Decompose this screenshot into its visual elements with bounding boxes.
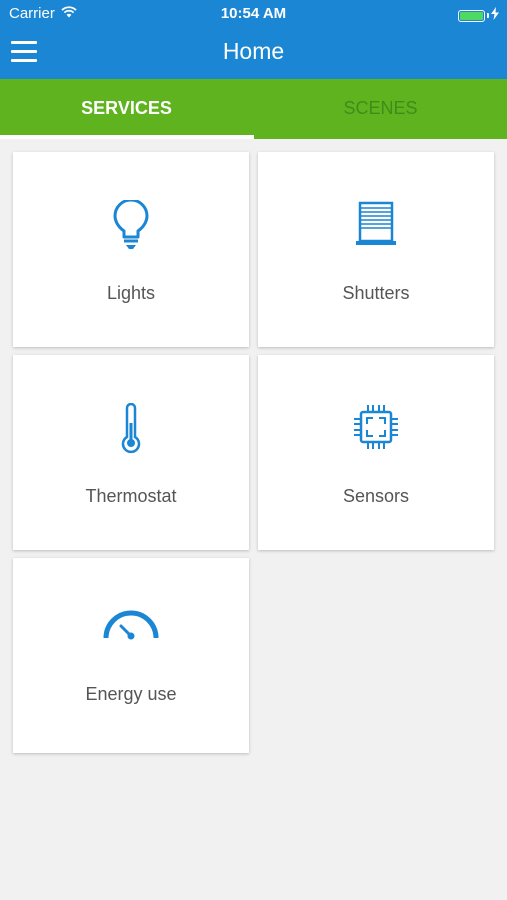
service-card-sensors[interactable]: Sensors <box>258 355 494 550</box>
tab-services[interactable]: SERVICES <box>0 79 253 139</box>
service-label-thermostat: Thermostat <box>85 486 177 506</box>
battery-indicator <box>458 7 499 24</box>
nav-bar: Home <box>0 28 507 79</box>
status-time: 10:54 AM <box>220 5 287 22</box>
active-tab-indicator <box>0 135 254 139</box>
page-title: Home <box>222 38 285 64</box>
chip-sensor-icon <box>258 403 494 455</box>
service-label-sensors: Sensors <box>342 486 410 506</box>
battery-level <box>460 11 483 20</box>
lightbulb-icon <box>13 200 249 252</box>
service-card-energy-use[interactable]: Energy use <box>13 558 249 753</box>
service-label-energy-use: Energy use <box>85 684 177 704</box>
status-bar: Carrier 10:54 AM <box>0 0 507 28</box>
service-label-shutters: Shutters <box>342 283 410 303</box>
thermometer-icon <box>13 403 249 455</box>
battery-icon <box>458 9 485 22</box>
gauge-icon <box>13 606 249 658</box>
service-card-shutters[interactable]: Shutters <box>258 152 494 347</box>
battery-cap <box>487 13 489 18</box>
service-label-lights: Lights <box>106 283 156 303</box>
tab-bar: SERVICES SCENES <box>0 79 507 139</box>
service-card-thermostat[interactable]: Thermostat <box>13 355 249 550</box>
shutter-icon <box>258 200 494 252</box>
tab-scenes[interactable]: SCENES <box>254 79 507 139</box>
charging-bolt-icon <box>491 7 499 24</box>
service-card-lights[interactable]: Lights <box>13 152 249 347</box>
